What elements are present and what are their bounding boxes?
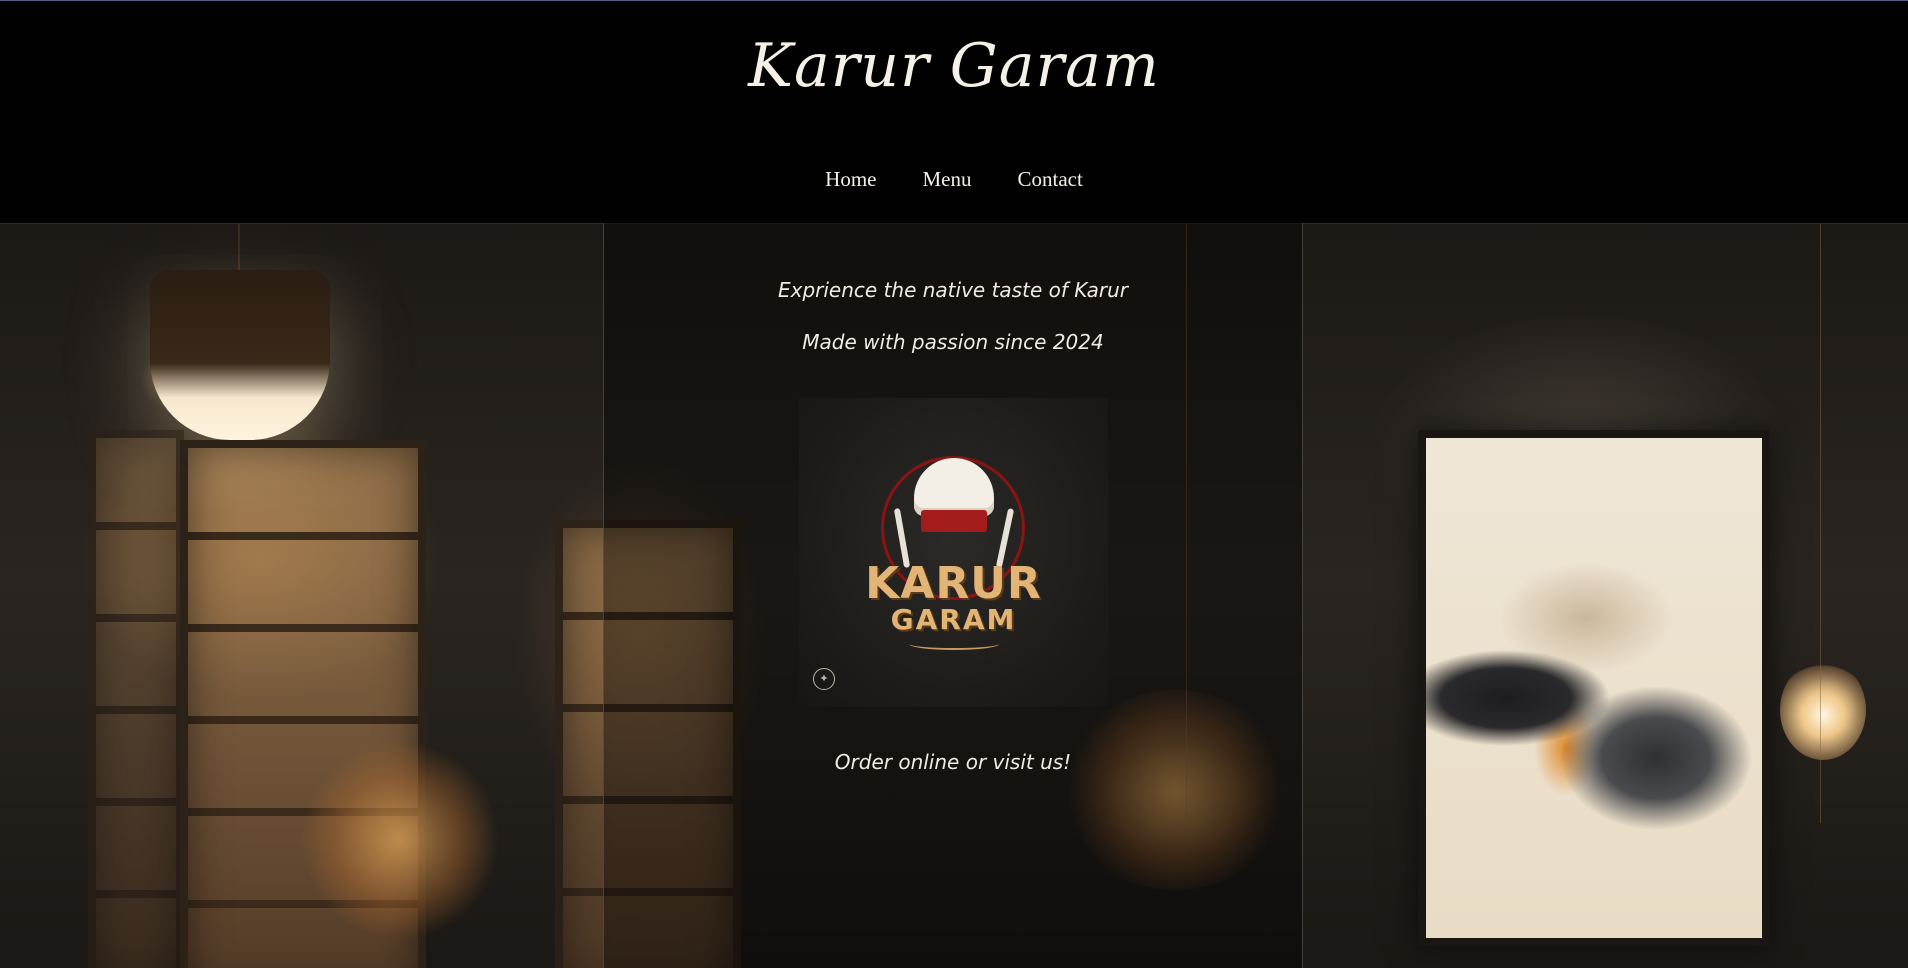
pendant-cord	[1820, 223, 1821, 823]
hero-subtagline: Made with passion since 2024	[802, 330, 1104, 354]
restaurant-logo: KARUR GARAM ✦	[799, 398, 1108, 707]
wall-shelf	[88, 430, 184, 968]
ceiling-lamp	[150, 270, 330, 440]
logo-text-karur: KARUR	[865, 558, 1042, 609]
hat-band	[921, 510, 987, 532]
nav-contact-link[interactable]: Contact	[1018, 167, 1083, 192]
hero-tagline: Exprience the native taste of Karur	[777, 278, 1129, 302]
order-cta-text: Order online or visit us!	[834, 750, 1072, 774]
ai-watermark-icon: ✦	[813, 668, 835, 690]
hero-panel: Exprience the native taste of Karur Made…	[603, 223, 1303, 968]
main-nav: Home Menu Contact	[0, 167, 1908, 192]
pendant-lamp	[1780, 660, 1866, 760]
logo-text-garam: GARAM	[890, 603, 1017, 636]
nav-home-link[interactable]: Home	[825, 167, 876, 192]
site-title[interactable]: Karur Garam	[0, 31, 1908, 101]
logo-swirl	[909, 638, 999, 650]
page: Karur Garam Home Menu Contact Exprience …	[0, 0, 1908, 968]
site-header: Karur Garam Home Menu Contact	[0, 0, 1908, 224]
nav-menu-link[interactable]: Menu	[923, 167, 972, 192]
wall-painting	[1418, 430, 1770, 946]
flower-vase	[300, 740, 500, 940]
